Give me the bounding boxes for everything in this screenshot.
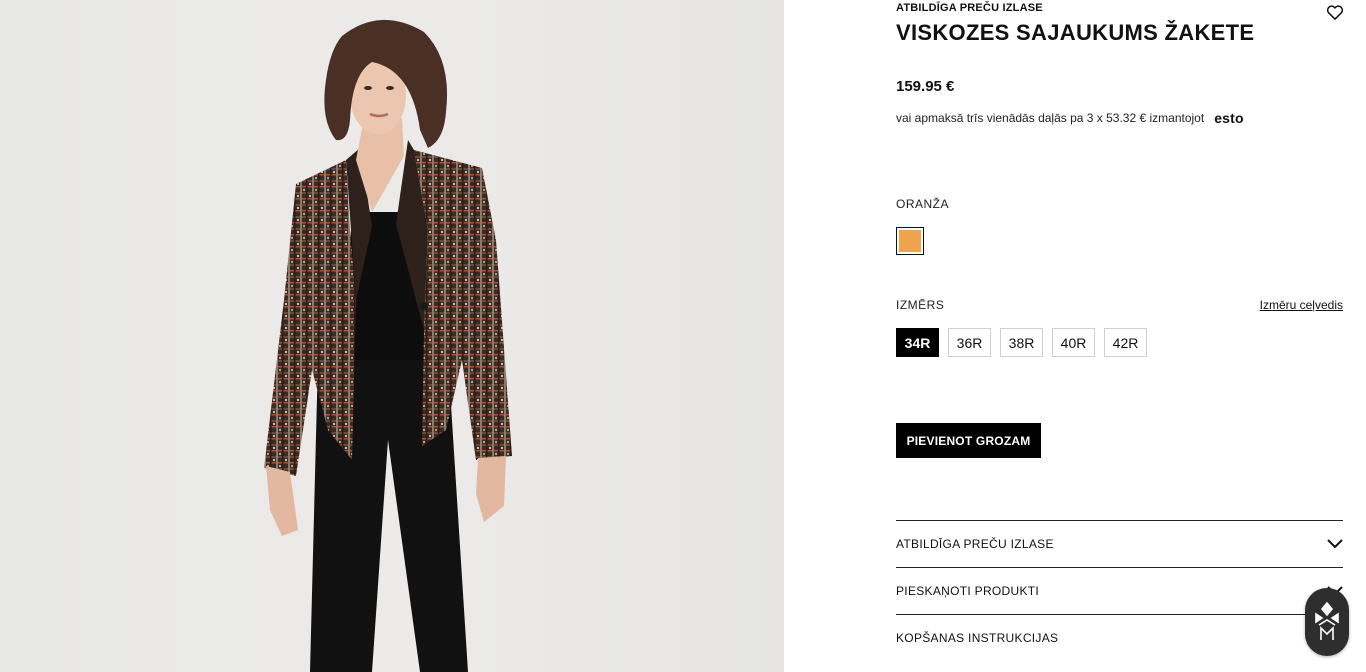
color-label: ORANŽA (896, 197, 950, 211)
accordion-label: KOPŠANAS INSTRUKCIJAS (896, 631, 1059, 645)
add-to-cart-button[interactable]: PIEVIENOT GROZAM (896, 423, 1041, 458)
product-price: 159.95 € (896, 78, 955, 95)
model-photo-illustration (264, 19, 512, 672)
installment-info: vai apmaksā trīs vienādās daļās pa 3 x 5… (896, 110, 1244, 126)
size-option-36r[interactable]: 36R (948, 328, 991, 357)
color-swatch-fill (899, 230, 921, 252)
chat-widget-icon (1315, 601, 1339, 640)
size-guide-link[interactable]: Izmēru ceļvedis (1260, 298, 1343, 312)
accordion-responsible-selection[interactable]: ATBILDĪGA PREČU IZLASE (896, 520, 1343, 567)
size-option-34r[interactable]: 34R (896, 328, 939, 357)
accordion-matching-products[interactable]: PIESKAŅOTI PRODUKTI (896, 567, 1343, 614)
wishlist-button[interactable] (1325, 2, 1345, 22)
product-details-panel: ATBILDĪGA PREČU IZLASE VISKOZES SAJAUKUM… (896, 0, 1345, 672)
size-option-38r[interactable]: 38R (1000, 328, 1043, 357)
accordion-label: PIESKAŅOTI PRODUKTI (896, 584, 1040, 598)
size-option-42r[interactable]: 42R (1104, 328, 1147, 357)
accordion-label: ATBILDĪGA PREČU IZLASE (896, 537, 1054, 551)
product-image[interactable] (0, 0, 784, 672)
size-option-40r[interactable]: 40R (1052, 328, 1095, 357)
color-swatch-orange[interactable] (896, 227, 924, 255)
product-info-accordion: ATBILDĪGA PREČU IZLASE PIESKAŅOTI PRODUK… (896, 520, 1343, 661)
esto-logo[interactable]: esto (1214, 110, 1244, 126)
size-options: 34R 36R 38R 40R 42R (896, 328, 1147, 357)
chevron-down-icon (1327, 539, 1343, 549)
installment-text: vai apmaksā trīs vienādās daļās pa 3 x 5… (896, 111, 1205, 125)
size-label: IZMĒRS (896, 298, 945, 312)
accordion-care-instructions[interactable]: KOPŠANAS INSTRUKCIJAS (896, 614, 1343, 661)
heart-icon (1326, 5, 1344, 20)
collection-label[interactable]: ATBILDĪGA PREČU IZLASE (896, 2, 1043, 14)
chat-widget-button[interactable] (1305, 588, 1349, 656)
product-title: VISKOZES SAJAUKUMS ŽAKETE (896, 20, 1255, 45)
